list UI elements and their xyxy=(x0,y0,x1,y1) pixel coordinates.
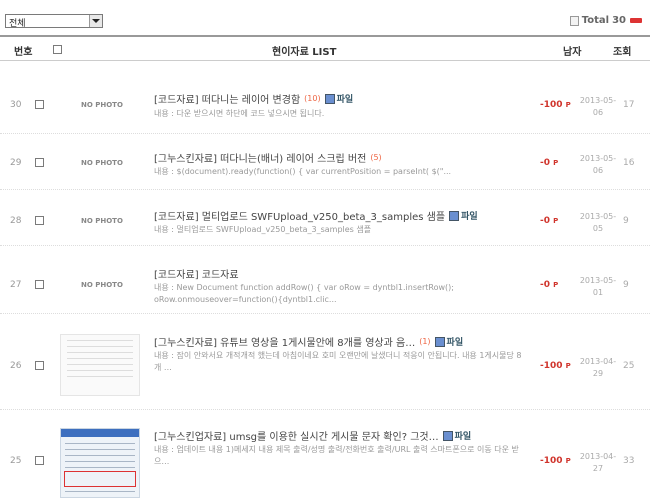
points-value: -0 P xyxy=(540,280,559,290)
total-count: 30 xyxy=(612,15,626,26)
header-title: 현이자료 LIST xyxy=(272,47,337,58)
post-excerpt: 내용 : 잠이 안와서요 개적개적 했는데 아침이네요 호미 오랜만에 날샜더니… xyxy=(154,351,522,372)
floppy-disk-icon xyxy=(449,210,460,221)
post-title-link[interactable]: [그누스킨업자료] umsg를 이용한 실시간 게시물 문자 확인? 그것… 파… xyxy=(154,428,471,443)
points-value: -0 P xyxy=(540,216,559,226)
row-checkbox[interactable] xyxy=(35,216,44,225)
row-checkbox[interactable] xyxy=(35,361,44,370)
post-title: [그누스킨자료] 유튜브 영상을 1게시물안에 8개를 영상과 음… xyxy=(154,338,416,349)
file-attachment[interactable]: 파일 xyxy=(442,429,471,442)
document-icon xyxy=(569,15,579,26)
post-excerpt: 내용 : 멀티업로드 SWFUpload_v250_beta_3_samples… xyxy=(154,225,372,234)
top-bar: 전체 Total 30 xyxy=(0,0,650,34)
list-header: 번호 현이자료 LIST 남자 조회 xyxy=(0,35,650,61)
hits-count: 9 xyxy=(623,216,629,226)
post-number: 27 xyxy=(10,280,22,290)
post-thumbnail[interactable] xyxy=(60,428,140,498)
hits-count: 25 xyxy=(623,361,635,371)
list-item: 27 NO PHOTO [코드자료] 코드자료 내용 : New Documen… xyxy=(0,246,650,314)
select-all-checkbox[interactable] xyxy=(53,45,62,54)
list-item: 30 NO PHOTO [코드자료] 떠다니는 레이어 변경함 (10) 파일 … xyxy=(0,78,650,134)
no-photo-label: NO PHOTO xyxy=(81,101,123,109)
points-value: -0 P xyxy=(540,158,559,168)
post-title: [코드자료] 코드자료 xyxy=(154,270,239,281)
post-title-link[interactable]: [그누스킨자료] 유튜브 영상을 1게시물안에 8개를 영상과 음… (1) 파… xyxy=(154,334,463,349)
list-item: 26 [그누스킨자료] 유튜브 영상을 1게시물안에 8개를 영상과 음… (1… xyxy=(0,314,650,410)
hits-count: 17 xyxy=(623,100,635,110)
post-title: [그누스킨자료] 떠다니는(배너) 레이어 스크립 버전 xyxy=(154,154,367,165)
post-excerpt: 내용 : 업데이트 내용 1)메세지 내용 제목 출력/성명 출력/전화번호 출… xyxy=(154,445,519,466)
points-value: -100 P xyxy=(540,100,571,110)
file-attachment[interactable]: 파일 xyxy=(449,209,478,222)
key-icon[interactable] xyxy=(630,18,642,23)
comment-count: (1) xyxy=(419,337,431,346)
header-hits: 조회 xyxy=(613,47,632,58)
post-title-link[interactable]: [코드자료] 코드자료 xyxy=(154,266,239,281)
hits-count: 33 xyxy=(623,456,635,466)
post-date: 2013-04- 29 xyxy=(579,357,617,378)
no-photo-label: NO PHOTO xyxy=(81,159,123,167)
file-attachment[interactable]: 파일 xyxy=(324,92,353,105)
comment-count: (10) xyxy=(304,94,321,103)
no-photo-label: NO PHOTO xyxy=(81,281,123,289)
header-no: 번호 xyxy=(14,47,33,58)
post-number: 29 xyxy=(10,158,22,168)
hits-count: 9 xyxy=(623,280,629,290)
chevron-down-icon[interactable] xyxy=(89,15,102,27)
points-value: -100 P xyxy=(540,456,571,466)
post-date: 2013-04- 27 xyxy=(579,452,617,473)
floppy-disk-icon xyxy=(442,430,453,441)
list-item: 28 NO PHOTO [코드자료] 멀티업로드 SWFUpload_v250_… xyxy=(0,190,650,246)
post-excerpt: 내용 : New Document function addRow() { va… xyxy=(154,283,454,304)
row-checkbox[interactable] xyxy=(35,100,44,109)
list-item: 25 [그누스킨업자료] umsg를 이용한 실시간 게시물 문자 확인? 그것… xyxy=(0,410,650,503)
row-checkbox[interactable] xyxy=(35,280,44,289)
post-number: 30 xyxy=(10,100,22,110)
floppy-disk-icon xyxy=(324,93,335,104)
file-attachment[interactable]: 파일 xyxy=(434,335,463,348)
post-title: [그누스킨업자료] umsg를 이용한 실시간 게시물 문자 확인? 그것… xyxy=(154,432,439,443)
floppy-disk-icon xyxy=(434,336,445,347)
category-select-value: 전체 xyxy=(9,19,26,29)
post-date: 2013-05- 05 xyxy=(579,212,617,233)
total-label: Total xyxy=(581,15,610,26)
list-item: 29 NO PHOTO [그누스킨자료] 떠다니는(배너) 레이어 스크립 버전… xyxy=(0,134,650,190)
post-date: 2013-05- 06 xyxy=(579,96,617,117)
category-select[interactable]: 전체 xyxy=(5,14,103,29)
points-value: -100 P xyxy=(540,361,571,371)
post-title-link[interactable]: [코드자료] 멀티업로드 SWFUpload_v250_beta_3_sampl… xyxy=(154,208,478,223)
post-date: 2013-05- 01 xyxy=(579,276,617,297)
post-excerpt: 내용 : 다운 받으시면 하단에 코드 넣으시면 됩니다. xyxy=(154,109,325,118)
post-date: 2013-05- 06 xyxy=(579,154,617,175)
header-points: 남자 xyxy=(563,47,582,58)
post-title-link[interactable]: [그누스킨자료] 떠다니는(배너) 레이어 스크립 버전 (5) xyxy=(154,150,382,165)
post-number: 25 xyxy=(10,456,22,466)
row-checkbox[interactable] xyxy=(35,456,44,465)
post-title: [코드자료] 떠다니는 레이어 변경함 xyxy=(154,95,301,106)
post-excerpt: 내용 : $(document).ready(function() { var … xyxy=(154,167,452,176)
post-title: [코드자료] 멀티업로드 SWFUpload_v250_beta_3_sampl… xyxy=(154,212,446,223)
comment-count: (5) xyxy=(370,153,382,162)
post-thumbnail[interactable] xyxy=(60,334,140,396)
hits-count: 16 xyxy=(623,158,635,168)
row-checkbox[interactable] xyxy=(35,158,44,167)
no-photo-label: NO PHOTO xyxy=(81,217,123,225)
post-number: 28 xyxy=(10,216,22,226)
post-title-link[interactable]: [코드자료] 떠다니는 레이어 변경함 (10) 파일 xyxy=(154,91,353,106)
total-summary: Total 30 xyxy=(569,15,642,26)
post-number: 26 xyxy=(10,361,22,371)
